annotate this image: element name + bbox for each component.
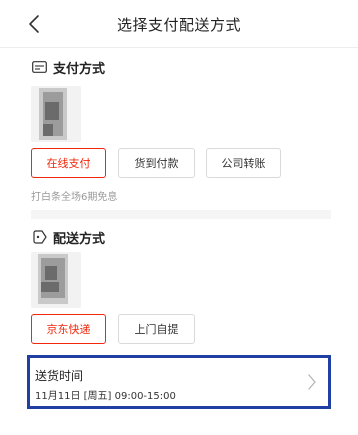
payment-title: 支付方式 bbox=[53, 61, 106, 77]
shipping-option-jd-express[interactable]: 京东快递 bbox=[31, 314, 106, 344]
page-title: 选择支付配送方式 bbox=[116, 16, 241, 34]
payment-option-online[interactable]: 在线支付 bbox=[31, 148, 106, 178]
section-divider bbox=[31, 210, 331, 219]
delivery-time-label: 送货时间 bbox=[35, 369, 84, 383]
shipping-option-self-pickup[interactable]: 上门自提 bbox=[118, 314, 195, 344]
shipping-header: 配送方式 bbox=[31, 228, 106, 247]
payment-option-company-transfer[interactable]: 公司转账 bbox=[206, 148, 281, 178]
payment-promo-note: 打白条全场6期免息 bbox=[31, 192, 118, 203]
delivery-time-value: 11月11日 [周五] 09:00-15:00 bbox=[35, 391, 176, 402]
payment-option-cod[interactable]: 货到付款 bbox=[118, 148, 195, 178]
payment-image bbox=[31, 86, 81, 142]
tag-icon bbox=[31, 229, 47, 245]
card-icon bbox=[31, 59, 47, 75]
top-bar: 选择支付配送方式 bbox=[0, 0, 358, 48]
shipping-title: 配送方式 bbox=[53, 231, 106, 247]
chevron-right-icon bbox=[306, 372, 318, 392]
shipping-image bbox=[31, 252, 81, 308]
payment-header: 支付方式 bbox=[31, 58, 106, 77]
delivery-time-row[interactable]: 送货时间 11月11日 [周五] 09:00-15:00 bbox=[27, 355, 331, 409]
